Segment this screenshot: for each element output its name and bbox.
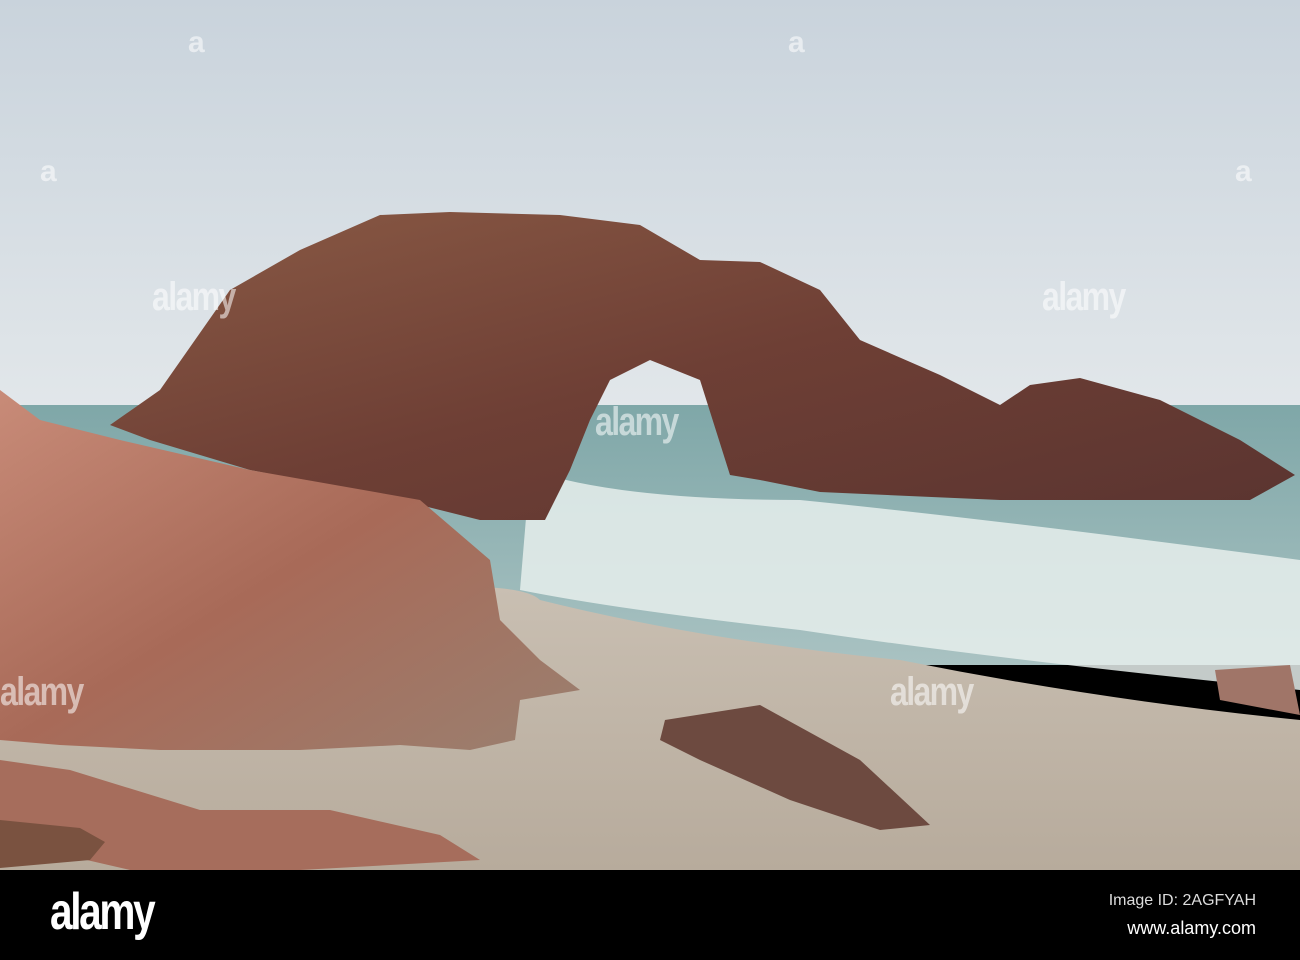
footer-bar: alamy Image ID: 2AGFYAH www.alamy.com: [0, 870, 1300, 960]
small-rock: [1215, 665, 1300, 715]
watermark-logo: alamy: [890, 670, 974, 714]
watermark-logo: alamy: [1042, 275, 1126, 319]
beach-arch-photo: a a a a alamy alamy alamy alamy alamy: [0, 0, 1300, 870]
watermark-mark: a: [40, 155, 57, 188]
alamy-logo: alamy: [50, 883, 156, 941]
watermark-mark: a: [188, 26, 205, 59]
watermark-mark: a: [788, 26, 805, 59]
watermark-mark: a: [1235, 155, 1252, 188]
watermark-logo: alamy: [0, 670, 84, 714]
watermark-logo: alamy: [595, 400, 679, 444]
image-id: Image ID: 2AGFYAH: [1108, 892, 1256, 909]
site-url: www.alamy.com: [1127, 918, 1256, 938]
watermark-logo: alamy: [152, 275, 236, 319]
